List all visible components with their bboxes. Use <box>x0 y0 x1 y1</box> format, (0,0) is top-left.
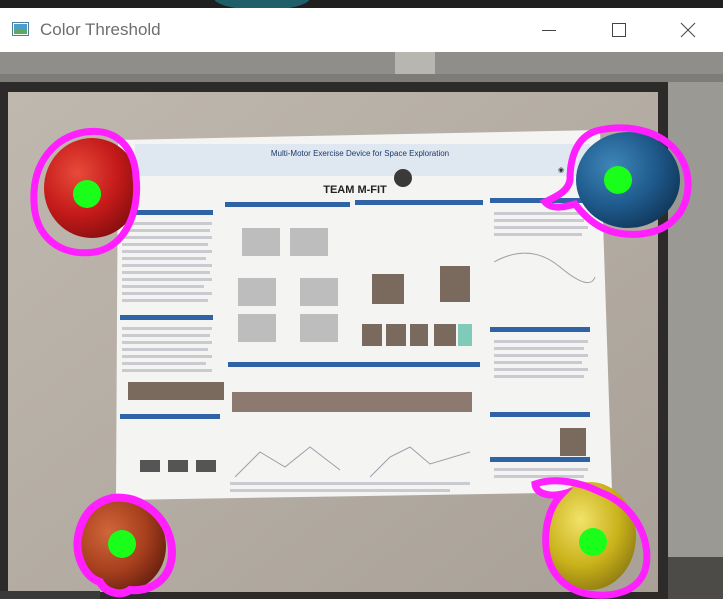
window-title: Color Threshold <box>40 20 161 39</box>
color-threshold-window: Color Threshold Multi-Motor Exercise Dev… <box>0 8 723 599</box>
title-bar[interactable]: Color Threshold <box>0 8 723 52</box>
image-window-icon <box>12 22 29 36</box>
centroid-marker <box>108 530 136 558</box>
close-icon <box>680 22 696 38</box>
maximize-button[interactable] <box>584 8 654 52</box>
frame-bottom-edge <box>0 591 100 599</box>
centroid-marker <box>579 528 607 556</box>
centroid-marker <box>73 180 101 208</box>
maximize-icon <box>612 23 626 37</box>
desktop-background <box>0 0 723 10</box>
wall-strip <box>0 52 723 74</box>
camera-frame: Multi-Motor Exercise Device for Space Ex… <box>0 52 723 599</box>
poster: Multi-Motor Exercise Device for Space Ex… <box>116 130 612 500</box>
centroid-marker <box>604 166 632 194</box>
poster-team-name: TEAM M-FIT <box>323 184 387 196</box>
minimize-button[interactable] <box>514 8 584 52</box>
close-button[interactable] <box>653 8 723 52</box>
ceiling-light <box>395 52 435 74</box>
poster-logo-mark: ◉ <box>558 167 564 174</box>
orange-balloon <box>73 493 177 598</box>
minimize-icon <box>542 30 556 31</box>
poster-title: Multi-Motor Exercise Device for Space Ex… <box>271 149 449 158</box>
